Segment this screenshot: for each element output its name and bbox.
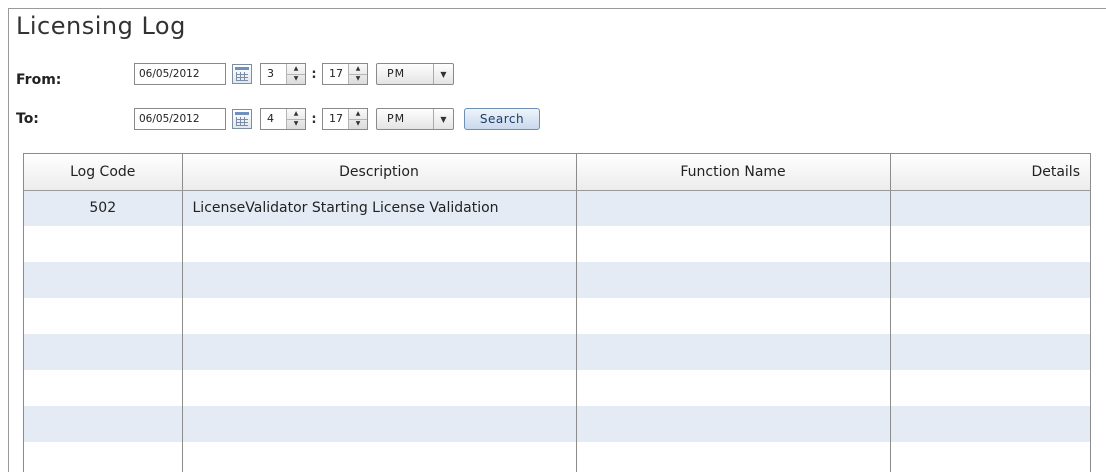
to-date-input[interactable] <box>134 108 226 130</box>
spin-down-icon[interactable]: ▼ <box>349 118 367 130</box>
table-cell-code <box>24 334 183 370</box>
column-header-log-code[interactable]: Log Code <box>24 154 183 191</box>
spin-down-icon[interactable]: ▼ <box>349 73 367 85</box>
chevron-down-icon[interactable]: ▼ <box>433 64 453 84</box>
table-cell-details <box>890 226 1090 262</box>
spin-down-icon[interactable]: ▼ <box>287 73 305 85</box>
table-cell-code <box>24 298 183 334</box>
table-cell-description <box>182 298 577 334</box>
table-cell-code <box>24 370 183 406</box>
table-header-row: Log Code Description Function Name Detai… <box>24 154 1090 191</box>
to-hour-value[interactable]: 4 <box>261 109 287 129</box>
spin-up-icon[interactable]: ▲ <box>349 109 367 119</box>
table-cell-code <box>24 226 183 262</box>
table-cell-description <box>182 262 577 298</box>
table-cell-details <box>890 262 1090 298</box>
from-ampm-value: PM <box>387 67 406 80</box>
table-cell-code: 502 <box>24 190 183 226</box>
table-cell-description <box>182 406 577 442</box>
table-cell-description <box>182 370 577 406</box>
from-minute-value[interactable]: 17 <box>323 64 349 84</box>
column-header-function-name[interactable]: Function Name <box>576 154 891 191</box>
table-cell-function <box>576 226 891 262</box>
table-cell-details <box>890 334 1090 370</box>
table-cell-description <box>182 226 577 262</box>
table-cell-function <box>576 406 891 442</box>
to-ampm-value: PM <box>387 112 406 125</box>
table-body: 502 LicenseValidator Starting License Val… <box>24 190 1090 472</box>
table-cell-details <box>890 190 1090 226</box>
spin-up-icon[interactable]: ▲ <box>287 109 305 119</box>
table-row[interactable] <box>24 298 1090 334</box>
page-title: Licensing Log <box>16 12 186 40</box>
table-cell-function <box>576 334 891 370</box>
from-label: From: <box>16 72 62 88</box>
spin-up-icon[interactable]: ▲ <box>349 64 367 74</box>
log-table: Log Code Description Function Name Detai… <box>23 153 1091 472</box>
table-cell-details <box>890 370 1090 406</box>
chevron-down-icon[interactable]: ▼ <box>433 109 453 129</box>
table-row[interactable] <box>24 442 1090 472</box>
calendar-icon[interactable] <box>232 64 252 84</box>
calendar-icon[interactable] <box>232 109 252 129</box>
time-separator: : <box>311 66 317 82</box>
table-row[interactable]: 502 LicenseValidator Starting License Val… <box>24 190 1090 226</box>
table-cell-details <box>890 442 1090 472</box>
to-minute-value[interactable]: 17 <box>323 109 349 129</box>
from-hour-value[interactable]: 3 <box>261 64 287 84</box>
column-header-details[interactable]: Details <box>890 154 1090 191</box>
to-minute-stepper[interactable]: 17 ▲ ▼ <box>322 108 368 130</box>
table-cell-description: LicenseValidator Starting License Valida… <box>182 190 577 226</box>
table-cell-description <box>182 334 577 370</box>
from-minute-stepper[interactable]: 17 ▲ ▼ <box>322 63 368 85</box>
table-row[interactable] <box>24 226 1090 262</box>
table-row[interactable] <box>24 370 1090 406</box>
time-separator: : <box>311 111 317 127</box>
table-row[interactable] <box>24 262 1090 298</box>
from-controls: 3 ▲ ▼ : 17 ▲ ▼ PM ▼ <box>134 63 454 85</box>
to-controls: 4 ▲ ▼ : 17 ▲ ▼ PM ▼ Search <box>134 108 540 130</box>
table-cell-details <box>890 298 1090 334</box>
column-header-description[interactable]: Description <box>182 154 577 191</box>
search-button[interactable]: Search <box>464 108 540 130</box>
table-cell-code <box>24 262 183 298</box>
spin-up-icon[interactable]: ▲ <box>287 64 305 74</box>
spin-down-icon[interactable]: ▼ <box>287 118 305 130</box>
from-ampm-select[interactable]: PM ▼ <box>376 63 454 85</box>
table-cell-code <box>24 406 183 442</box>
from-hour-stepper[interactable]: 3 ▲ ▼ <box>260 63 306 85</box>
table-cell-details <box>890 406 1090 442</box>
from-date-input[interactable] <box>134 63 226 85</box>
table-cell-function <box>576 370 891 406</box>
to-ampm-select[interactable]: PM ▼ <box>376 108 454 130</box>
table-cell-function <box>576 298 891 334</box>
table-row[interactable] <box>24 334 1090 370</box>
to-hour-stepper[interactable]: 4 ▲ ▼ <box>260 108 306 130</box>
table-cell-function <box>576 262 891 298</box>
table-cell-description <box>182 442 577 472</box>
table-cell-code <box>24 442 183 472</box>
table-row[interactable] <box>24 406 1090 442</box>
table-cell-function <box>576 442 891 472</box>
table-cell-function <box>576 190 891 226</box>
to-label: To: <box>16 111 39 127</box>
